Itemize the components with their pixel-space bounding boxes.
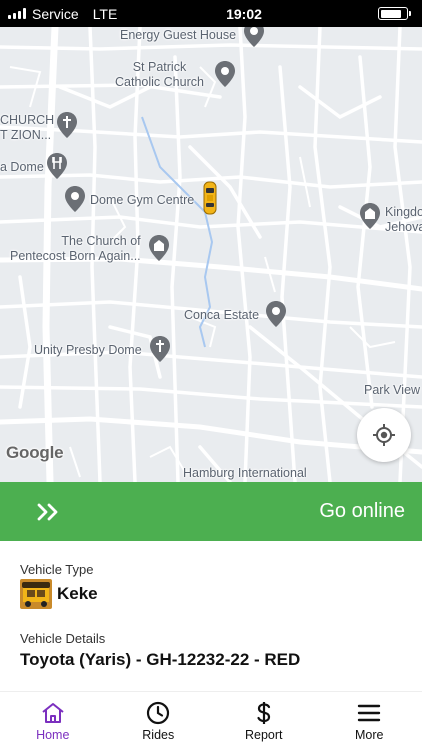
vehicle-details-value: Toyota (Yaris) - GH-12232-22 - RED bbox=[20, 650, 301, 669]
location-pin-icon[interactable] bbox=[215, 61, 235, 87]
poi-label: CHURCH T ZION... bbox=[0, 113, 55, 142]
go-online-label[interactable]: Go online bbox=[319, 500, 405, 523]
vehicle-info-panel: Vehicle Type Keke Vehicle Details Toyota… bbox=[0, 541, 422, 691]
crosshair-icon bbox=[373, 424, 395, 446]
nav-label: Rides bbox=[142, 728, 175, 742]
poi-label: Conca Estate bbox=[184, 308, 260, 322]
clock-icon bbox=[147, 701, 170, 725]
location-pin-icon[interactable] bbox=[244, 27, 264, 47]
battery-level bbox=[380, 9, 401, 18]
carrier-name: Service bbox=[32, 5, 79, 22]
vehicle-type-label: Vehicle Type bbox=[20, 562, 94, 577]
bottom-nav: Home Rides Report More bbox=[0, 691, 422, 750]
google-logo: Google bbox=[6, 443, 64, 462]
car-marker-icon bbox=[203, 181, 217, 215]
poi-label: The Church of Pentecost Born Again... bbox=[10, 234, 141, 263]
nav-label: Home bbox=[36, 728, 70, 742]
worship-pin-icon[interactable] bbox=[149, 235, 169, 261]
poi-label: Energy Guest House bbox=[120, 28, 237, 42]
poi-label: Kingdo Jehova bbox=[385, 205, 422, 234]
nav-item-rides[interactable]: Rides bbox=[106, 692, 212, 750]
signal-icon bbox=[8, 8, 26, 19]
my-location-button[interactable] bbox=[357, 408, 411, 462]
location-pin-icon[interactable] bbox=[65, 186, 85, 212]
home-icon bbox=[42, 703, 64, 723]
keke-vehicle-image bbox=[20, 579, 52, 609]
menu-icon bbox=[358, 704, 381, 722]
poi-label: Unity Presby Dome bbox=[34, 343, 142, 357]
nav-item-report[interactable]: Report bbox=[211, 692, 317, 750]
poi-label: Park View bbox=[364, 383, 421, 397]
status-bar: Service LTE 19:02 bbox=[0, 0, 422, 27]
nav-label: More bbox=[355, 728, 384, 742]
battery-icon bbox=[378, 7, 411, 20]
poi-label: a Dome bbox=[0, 160, 44, 174]
network-type: LTE bbox=[92, 5, 118, 22]
church-pin-icon[interactable] bbox=[57, 112, 77, 138]
status-left: Service LTE bbox=[0, 6, 160, 22]
vehicle-type-value: Keke bbox=[57, 584, 98, 603]
restaurant-pin-icon[interactable] bbox=[47, 153, 67, 179]
dollar-icon bbox=[257, 702, 270, 724]
location-pin-icon[interactable] bbox=[266, 301, 286, 327]
vehicle-type-row: Keke bbox=[20, 579, 98, 609]
poi-label: Dome Gym Centre bbox=[90, 193, 195, 207]
worship-pin-icon[interactable] bbox=[360, 203, 380, 229]
nav-item-more[interactable]: More bbox=[317, 692, 422, 750]
nav-label: Report bbox=[244, 728, 283, 742]
status-time: 19:02 bbox=[226, 5, 262, 22]
go-online-bar[interactable]: Go online bbox=[0, 482, 422, 541]
double-chevron-right-icon[interactable] bbox=[36, 502, 62, 522]
poi-label: St Patrick Catholic Church bbox=[115, 60, 204, 89]
nav-item-home[interactable]: Home bbox=[0, 692, 106, 750]
map-view[interactable]: Energy Guest House St Patrick Catholic C… bbox=[0, 27, 422, 482]
poi-label: Hamburg International bbox=[183, 466, 307, 480]
vehicle-details-label: Vehicle Details bbox=[20, 631, 106, 646]
church-pin-icon[interactable] bbox=[150, 336, 170, 362]
